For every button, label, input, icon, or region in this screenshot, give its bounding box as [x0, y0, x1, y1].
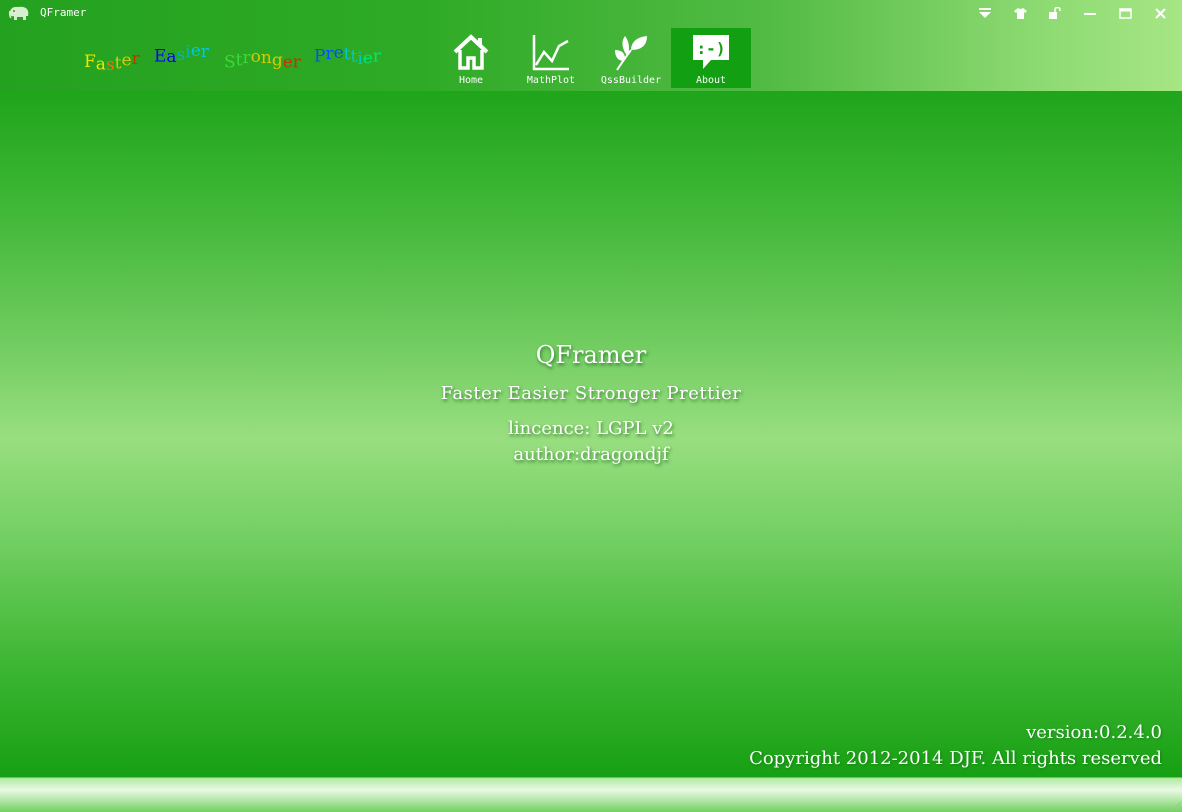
elephant-icon [8, 6, 29, 20]
about-title: QFramer [535, 341, 647, 369]
slogan-word-faster: Faster [84, 49, 140, 75]
unlock-icon [1049, 7, 1061, 19]
svg-text::-): :-) [697, 39, 726, 58]
home-icon [453, 34, 489, 70]
dropdown-menu-button[interactable] [975, 4, 995, 22]
nav-qssbuilder-label: QssBuilder [600, 75, 662, 86]
close-icon [1154, 7, 1166, 19]
close-button[interactable] [1150, 4, 1170, 22]
maximize-button[interactable] [1115, 4, 1135, 22]
nav-about-label: About [695, 75, 727, 86]
smiley-speech-bubble-icon: :-) [693, 35, 729, 69]
lock-button[interactable] [1045, 4, 1065, 22]
title-bar: QFramer Faster Easier Stronger Prettier Hom… [0, 0, 1182, 91]
nav-home-label: Home [458, 75, 484, 86]
line-chart-icon [532, 35, 569, 71]
slogan-word-prettier: Prettier [314, 43, 381, 69]
about-licence: lincence: LGPL v2 [508, 418, 674, 439]
slogan-word-easier: Easier [154, 41, 209, 67]
nav-mathplot-label: MathPlot [526, 75, 576, 86]
slogan-word-stronger: Stronger [224, 47, 301, 73]
minimize-icon [1084, 13, 1096, 15]
maximize-icon [1118, 7, 1132, 19]
app-title: QFramer [40, 6, 87, 19]
triangle-down-icon [979, 8, 991, 18]
nav-home[interactable]: Home [431, 28, 511, 88]
about-slogan: Faster Easier Stronger Prettier [440, 383, 742, 404]
nav-qssbuilder[interactable]: QssBuilder [591, 28, 671, 88]
leaf-icon [615, 36, 647, 71]
tshirt-icon [1013, 7, 1027, 19]
version-text: version:0.2.4.0 [1026, 722, 1162, 743]
nav-mathplot[interactable]: MathPlot [511, 28, 591, 88]
copyright-text: Copyright 2012-2014 DJF. All rights rese… [749, 748, 1162, 769]
skin-button[interactable] [1010, 4, 1030, 22]
resize-grip-icon[interactable] [1168, 798, 1182, 812]
footer: version:0.2.4.0 Copyright 2012-2014 DJF.… [749, 720, 1162, 772]
minimize-button[interactable] [1080, 4, 1100, 22]
about-panel: QFramer Faster Easier Stronger Prettier … [0, 335, 1182, 468]
nav-about[interactable]: :-) About [671, 28, 751, 88]
about-author: author:dragondjf [513, 444, 669, 465]
